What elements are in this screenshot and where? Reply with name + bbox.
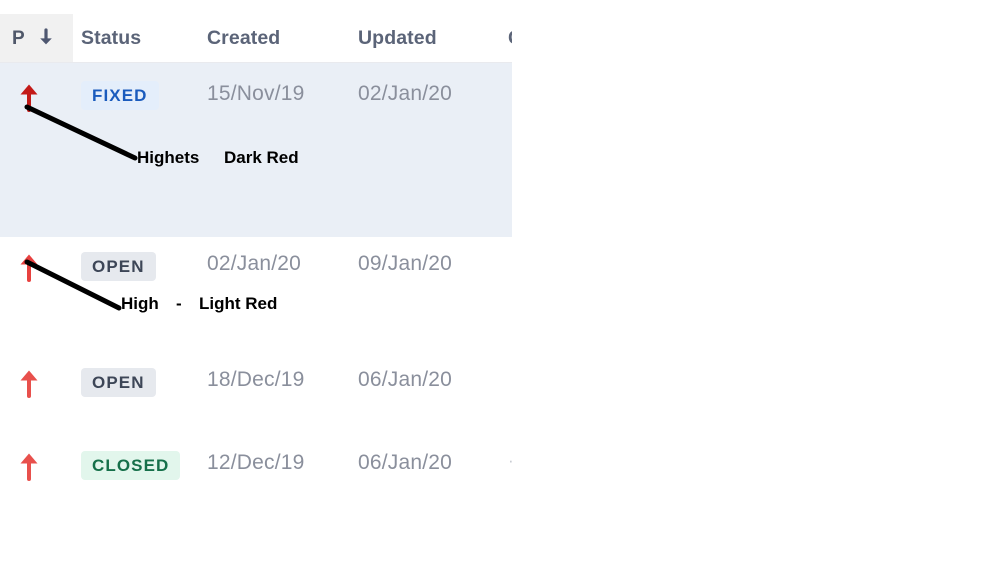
annotation-highest-color-note: Dark Red: [224, 148, 299, 167]
priority-arrow-up-icon: [16, 82, 42, 112]
status-badge: CLOSED: [81, 451, 181, 480]
created-date: 18/Dec/19: [207, 368, 305, 391]
sort-descending-arrow-down-icon[interactable]: [38, 18, 54, 45]
annotation-high-label: High: [121, 294, 159, 313]
column-header-priority[interactable]: P: [0, 14, 73, 62]
created-date: 12/Dec/19: [207, 451, 305, 474]
issue-table: P Status Created Updated C FIXED 15/Nov/…: [0, 0, 512, 562]
priority-arrow-up-icon: [16, 451, 42, 481]
created-date: 02/Jan/20: [207, 252, 302, 275]
updated-date: 09/Jan/20: [358, 252, 453, 275]
created-date: 15/Nov/19: [207, 82, 305, 105]
priority-arrow-up-icon: [16, 252, 42, 282]
column-header-created[interactable]: Created: [207, 14, 280, 62]
annotation-high-dash: -: [176, 294, 182, 313]
status-badge: OPEN: [81, 368, 156, 397]
priority-arrow-up-icon: [16, 368, 42, 398]
updated-date: 06/Jan/20: [358, 451, 453, 474]
status-badge: OPEN: [81, 252, 156, 281]
column-header-status[interactable]: Status: [81, 14, 141, 62]
annotation-high-color-note: Light Red: [199, 294, 278, 313]
status-badge: FIXED: [81, 81, 159, 110]
column-header-truncated[interactable]: C: [508, 14, 512, 62]
table-row[interactable]: OPEN 18/Dec/19 06/Jan/20: [0, 356, 512, 440]
updated-date: 06/Jan/20: [358, 368, 453, 391]
truncated-cell: ·: [508, 451, 512, 471]
updated-date: 02/Jan/20: [358, 82, 453, 105]
column-header-updated[interactable]: Updated: [358, 14, 437, 62]
annotation-highest-label: Highets: [137, 148, 200, 167]
column-header-priority-label: P: [12, 28, 25, 49]
table-row[interactable]: CLOSED 12/Dec/19 06/Jan/20 ·: [0, 440, 512, 524]
table-header-row: P Status Created Updated C: [0, 14, 512, 62]
